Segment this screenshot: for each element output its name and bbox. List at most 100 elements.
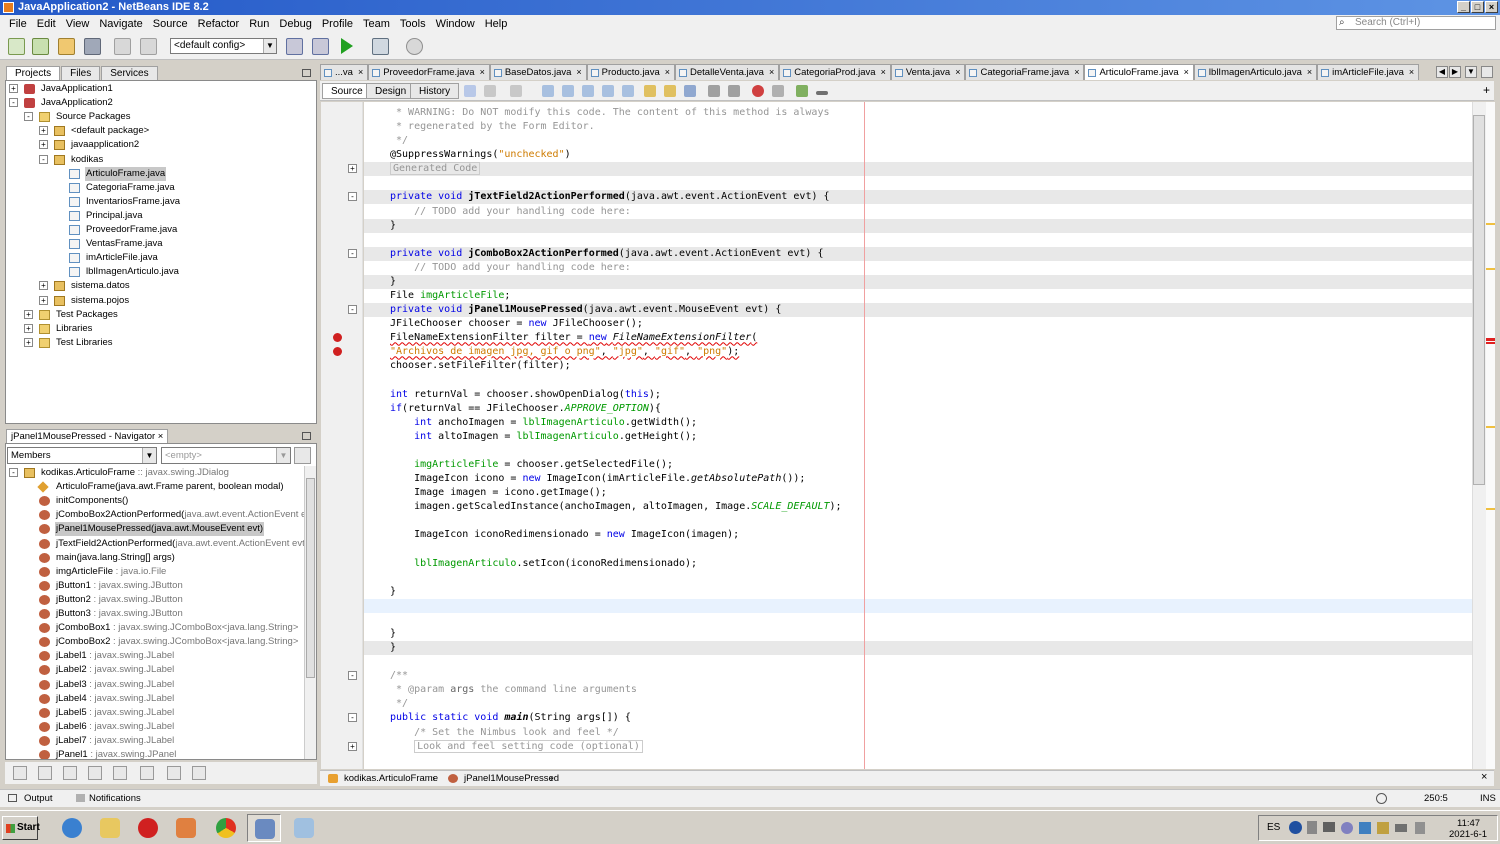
new-project-icon[interactable]: [32, 38, 49, 55]
collapse-fold-icon[interactable]: -: [348, 192, 357, 202]
code-line[interactable]: FileNameExtensionFilter filter = new Fil…: [390, 331, 757, 345]
tree-node[interactable]: + Libraries: [6, 322, 316, 336]
code-line[interactable]: // TODO add your handling code here:: [390, 261, 631, 275]
tab-source[interactable]: Source: [322, 83, 372, 99]
tray-icon[interactable]: [1341, 822, 1353, 834]
close-icon[interactable]: ×: [1481, 771, 1487, 783]
minimize-navigator-icon[interactable]: [302, 432, 311, 440]
search-input[interactable]: ⌕ Search (Ctrl+I): [1336, 16, 1496, 30]
code-line[interactable]: Generated Code: [390, 162, 481, 176]
tree-node[interactable]: ProveedorFrame.java: [6, 223, 316, 237]
tree-node[interactable]: lblImagenArticulo.java: [6, 265, 316, 279]
code-line[interactable]: /**: [390, 669, 408, 683]
code-line[interactable]: }: [390, 641, 396, 655]
tab-files[interactable]: Files: [61, 66, 101, 80]
navigator-item[interactable]: jPanel1 : javax.swing.JPanel: [6, 748, 304, 759]
tray-icon[interactable]: [1323, 822, 1335, 832]
code-line[interactable]: private void jTextField2ActionPerformed(…: [390, 190, 830, 204]
tab-projects[interactable]: Projects: [6, 66, 61, 80]
close-tab-icon[interactable]: ×: [358, 67, 363, 77]
code-line[interactable]: * @param args the command line arguments: [390, 683, 637, 697]
expand-icon[interactable]: +: [24, 337, 33, 347]
editor-tab[interactable]: DetalleVenta.java ×: [675, 64, 780, 80]
tray-icon[interactable]: [1377, 822, 1389, 834]
code-line[interactable]: "Archivos de imagen jpg, gif o png", "jp…: [390, 345, 739, 359]
start-button[interactable]: Start: [2, 816, 40, 840]
toggle-bookmark-icon[interactable]: [684, 85, 696, 97]
editor-tab[interactable]: Producto.java ×: [586, 64, 676, 80]
tree-node[interactable]: + sistema.datos: [6, 279, 316, 293]
code-line[interactable]: }: [390, 627, 396, 641]
tree-node[interactable]: + Test Libraries: [6, 336, 316, 350]
code-line[interactable]: imgArticleFile = chooser.getSelectedFile…: [390, 458, 673, 472]
collapse-fold-icon[interactable]: -: [348, 671, 357, 681]
tree-node[interactable]: - Source Packages: [6, 110, 316, 124]
previous-bookmark-icon[interactable]: [644, 85, 656, 97]
navigator-item[interactable]: ArticuloFrame(java.awt.Frame parent, boo…: [6, 480, 304, 494]
tree-node[interactable]: + Test Packages: [6, 308, 316, 322]
navigator-item[interactable]: jLabel5 : javax.swing.JLabel: [6, 706, 304, 720]
expand-icon[interactable]: +: [39, 295, 48, 305]
editor-tab[interactable]: CategoriaProd.java ×: [779, 64, 891, 80]
menu-source[interactable]: Source: [148, 18, 193, 30]
toggle-highlight-icon[interactable]: [622, 85, 634, 97]
menu-refactor[interactable]: Refactor: [193, 18, 245, 30]
expand-icon[interactable]: +: [39, 281, 48, 291]
taskbar-media[interactable]: [169, 814, 203, 842]
navigator-item[interactable]: jLabel7 : javax.swing.JLabel: [6, 734, 304, 748]
expand-icon[interactable]: +: [39, 126, 48, 136]
tree-node[interactable]: + javaapplication2: [6, 138, 316, 152]
navigator-scroll-thumb[interactable]: [306, 478, 315, 678]
navigator-item[interactable]: jLabel1 : javax.swing.JLabel: [6, 649, 304, 663]
navigator-item[interactable]: jPanel1MousePressed(java.awt.MouseEvent …: [6, 522, 304, 537]
editor-tab[interactable]: ProveedorFrame.java ×: [368, 64, 490, 80]
taskbar-paint[interactable]: [287, 814, 321, 842]
code-line[interactable]: /* Set the Nimbus look and feel */: [390, 726, 619, 740]
check-file-icon[interactable]: [796, 85, 808, 97]
code-line[interactable]: lblImagenArticulo.setIcon(iconoRedimensi…: [390, 557, 697, 571]
maximize-editor-icon[interactable]: [1481, 66, 1493, 78]
chevron-left-icon[interactable]: ◀: [1436, 66, 1448, 78]
expand-icon[interactable]: +: [9, 84, 18, 93]
sort-by-name-icon[interactable]: [167, 766, 181, 780]
tree-node[interactable]: InventariosFrame.java: [6, 195, 316, 209]
chevron-right-icon[interactable]: ▶: [1449, 66, 1461, 78]
navigator-item[interactable]: main(java.lang.String[] args): [6, 551, 304, 565]
code-line[interactable]: JFileChooser chooser = new JFileChooser(…: [390, 317, 643, 331]
close-tab-icon[interactable]: ×: [480, 67, 485, 77]
fully-qualified-names-icon[interactable]: [140, 766, 154, 780]
navigator-item[interactable]: jComboBox1 : javax.swing.JComboBox<java.…: [6, 621, 304, 635]
code-line[interactable]: imagen.getScaledInstance(anchoImagen, al…: [390, 500, 841, 514]
code-line[interactable]: @SuppressWarnings("unchecked"): [390, 148, 571, 162]
code-line[interactable]: private void jComboBox2ActionPerformed(j…: [390, 247, 824, 261]
next-bookmark-icon[interactable]: [664, 85, 676, 97]
expand-fold-icon[interactable]: +: [348, 741, 357, 751]
debug-icon[interactable]: [372, 38, 389, 55]
code-line[interactable]: }: [390, 585, 396, 599]
error-icon[interactable]: [333, 333, 342, 343]
close-tab-icon[interactable]: ×: [955, 67, 960, 77]
taskbar-opera[interactable]: [131, 814, 165, 842]
navigator-options-icon[interactable]: [294, 447, 311, 464]
breadcrumb-class[interactable]: kodikas.ArticuloFrame: [344, 771, 438, 786]
error-icon[interactable]: [333, 347, 342, 357]
new-file-icon[interactable]: [8, 38, 25, 55]
filter-fields-icon[interactable]: [38, 766, 52, 780]
collapse-fold-icon[interactable]: -: [348, 248, 357, 258]
tab-services[interactable]: Services: [101, 66, 158, 80]
tree-node[interactable]: ArticuloFrame.java: [6, 166, 316, 181]
redo-icon[interactable]: [140, 38, 157, 55]
stop-macro-icon[interactable]: [772, 85, 784, 97]
minimize-button[interactable]: _: [1457, 1, 1470, 13]
help-icon[interactable]: [1289, 821, 1302, 834]
members-filter-select[interactable]: Members ▼: [7, 447, 157, 464]
editor-tab[interactable]: imArticleFile.java ×: [1317, 64, 1420, 80]
expand-icon[interactable]: +: [39, 140, 48, 150]
tab-design[interactable]: Design: [366, 83, 416, 99]
find-previous-icon[interactable]: [562, 85, 574, 97]
editor-tab[interactable]: ArticuloFrame.java ×: [1084, 64, 1194, 80]
taskbar-explorer[interactable]: [93, 814, 127, 842]
close-tab-icon[interactable]: ×: [665, 67, 670, 77]
code-editor[interactable]: * WARNING: Do NOT modify this code. The …: [364, 102, 1472, 769]
menu-run[interactable]: Run: [244, 18, 274, 30]
